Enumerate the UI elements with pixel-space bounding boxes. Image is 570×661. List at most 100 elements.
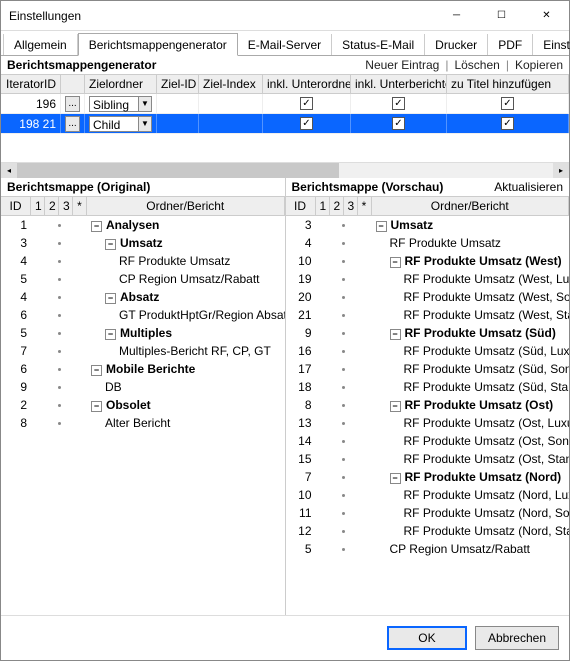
tab-5[interactable]: PDF <box>488 34 533 55</box>
row-dialog-button[interactable]: ... <box>65 116 80 132</box>
row-id: 15 <box>286 452 316 466</box>
chevron-down-icon[interactable]: ▼ <box>138 116 152 132</box>
tree-row[interactable]: 7Multiples-Bericht RF, CP, GT <box>1 342 285 360</box>
titel-checkbox[interactable]: ✓ <box>501 117 514 130</box>
tree-row[interactable]: 5CP Region Umsatz/Rabatt <box>286 540 570 558</box>
tab-6[interactable]: Einstellun <box>533 34 570 55</box>
horizontal-scrollbar[interactable]: ◂ ▸ <box>1 162 569 178</box>
grid-row[interactable]: 196... Sibling▼ ✓ ✓ ✓ <box>1 94 569 114</box>
row-dots <box>316 296 372 299</box>
col-zielindex[interactable]: Ziel-Index <box>199 75 263 93</box>
expand-toggle-icon[interactable]: − <box>105 239 116 250</box>
tab-0[interactable]: Allgemein <box>3 34 78 55</box>
ok-button[interactable]: OK <box>387 626 467 650</box>
preview-tree[interactable]: 3−Umsatz4RF Produkte Umsatz10−RF Produkt… <box>286 216 570 615</box>
minimize-button[interactable]: ─ <box>434 1 479 31</box>
tree-row[interactable]: 7−RF Produkte Umsatz (Nord) <box>286 468 570 486</box>
tree-row[interactable]: 3−Umsatz <box>286 216 570 234</box>
titel-checkbox[interactable]: ✓ <box>501 97 514 110</box>
expand-toggle-icon[interactable]: − <box>91 221 102 232</box>
original-tree[interactable]: 1−Analysen3−Umsatz4RF Produkte Umsatz5CP… <box>1 216 285 615</box>
copy-action[interactable]: Kopieren <box>515 58 563 72</box>
grid-row[interactable]: 198 21... Child▼ ✓ ✓ ✓ <box>1 114 569 134</box>
refresh-action[interactable]: Aktualisieren <box>494 180 563 194</box>
col-zielid[interactable]: Ziel-ID <box>157 75 199 93</box>
tree-row[interactable]: 20RF Produkte Umsatz (West, Sondermodell… <box>286 288 570 306</box>
close-button[interactable]: ✕ <box>524 1 569 31</box>
tree-row[interactable]: 15RF Produkte Umsatz (Ost, Standardmodel… <box>286 450 570 468</box>
tab-1[interactable]: Berichtsmappengenerator <box>78 33 238 56</box>
tree-row[interactable]: 11RF Produkte Umsatz (Nord, Sondermodell… <box>286 504 570 522</box>
tab-3[interactable]: Status-E-Mail <box>332 34 425 55</box>
unterordner-checkbox[interactable]: ✓ <box>300 97 313 110</box>
original-col-header: ID 1 2 3 * Ordner/Bericht <box>1 196 285 216</box>
expand-toggle-icon[interactable]: − <box>376 221 387 232</box>
expand-toggle-icon[interactable]: − <box>390 257 401 268</box>
unterordner-checkbox[interactable]: ✓ <box>300 117 313 130</box>
tree-row[interactable]: 1−Analysen <box>1 216 285 234</box>
expand-toggle-icon[interactable]: − <box>91 365 102 376</box>
maximize-button[interactable]: ☐ <box>479 1 524 31</box>
tree-row[interactable]: 12RF Produkte Umsatz (Nord, Standardmode… <box>286 522 570 540</box>
tree-row[interactable]: 5CP Region Umsatz/Rabatt <box>1 270 285 288</box>
tree-row[interactable]: 4RF Produkte Umsatz <box>286 234 570 252</box>
tree-row[interactable]: 14RF Produkte Umsatz (Ost, Sondermodelle… <box>286 432 570 450</box>
expand-toggle-icon[interactable]: − <box>91 401 102 412</box>
tree-row[interactable]: 17RF Produkte Umsatz (Süd, Sondermodelle… <box>286 360 570 378</box>
expand-toggle-icon[interactable]: − <box>390 401 401 412</box>
unterberichte-checkbox[interactable]: ✓ <box>392 97 405 110</box>
tree-row[interactable]: 4RF Produkte Umsatz <box>1 252 285 270</box>
new-entry-action[interactable]: Neuer Eintrag <box>365 58 439 72</box>
cell-zielid[interactable] <box>157 114 199 133</box>
tree-row[interactable]: 10−RF Produkte Umsatz (West) <box>286 252 570 270</box>
tree-row[interactable]: 10RF Produkte Umsatz (Nord, Luxusmodelle… <box>286 486 570 504</box>
chevron-down-icon[interactable]: ▼ <box>138 96 152 112</box>
cell-zielindex[interactable] <box>199 94 263 113</box>
tree-row[interactable]: 19RF Produkte Umsatz (West, Luxusmodelle… <box>286 270 570 288</box>
tree-row[interactable]: 16RF Produkte Umsatz (Süd, Luxusmodelle) <box>286 342 570 360</box>
unterberichte-checkbox[interactable]: ✓ <box>392 117 405 130</box>
tree-row[interactable]: 21RF Produkte Umsatz (West, Standardmode… <box>286 306 570 324</box>
cell-iteratorid[interactable]: 196 <box>1 94 61 113</box>
tree-row[interactable]: 3−Umsatz <box>1 234 285 252</box>
scroll-right-icon[interactable]: ▸ <box>553 163 569 178</box>
cell-zielid[interactable] <box>157 94 199 113</box>
col-btn[interactable] <box>61 75 85 93</box>
panel-original-title: Berichtsmappe (Original) <box>7 180 279 194</box>
expand-toggle-icon[interactable]: − <box>390 473 401 484</box>
expand-toggle-icon[interactable]: − <box>105 293 116 304</box>
tree-row[interactable]: 6GT ProduktHptGr/Region Absatz <box>1 306 285 324</box>
col-iteratorid[interactable]: IteratorID <box>1 75 61 93</box>
tree-row[interactable]: 8−RF Produkte Umsatz (Ost) <box>286 396 570 414</box>
expand-toggle-icon[interactable]: − <box>105 329 116 340</box>
scroll-track[interactable] <box>17 163 553 178</box>
tree-row[interactable]: 18RF Produkte Umsatz (Süd, Standardmodel… <box>286 378 570 396</box>
scroll-thumb[interactable] <box>17 163 339 178</box>
col-unterordner[interactable]: inkl. Unterordner <box>263 75 351 93</box>
tree-row[interactable]: 9DB <box>1 378 285 396</box>
tree-row[interactable]: 8Alter Bericht <box>1 414 285 432</box>
tree-row[interactable]: 4−Absatz <box>1 288 285 306</box>
delete-action[interactable]: Löschen <box>454 58 499 72</box>
row-name: RF Produkte Umsatz (Nord, Sondermodelle) <box>372 506 570 520</box>
cell-zielindex[interactable] <box>199 114 263 133</box>
tab-2[interactable]: E-Mail-Server <box>238 34 332 55</box>
panels: Berichtsmappe (Original) ID 1 2 3 * Ordn… <box>1 178 569 615</box>
cancel-button[interactable]: Abbrechen <box>475 626 559 650</box>
tree-row[interactable]: 5−Multiples <box>1 324 285 342</box>
scroll-left-icon[interactable]: ◂ <box>1 163 17 178</box>
tree-row[interactable]: 6−Mobile Berichte <box>1 360 285 378</box>
tree-row[interactable]: 2−Obsolet <box>1 396 285 414</box>
tab-4[interactable]: Drucker <box>425 34 488 55</box>
zielordner-combo[interactable]: Sibling <box>89 96 139 112</box>
grid-header: IteratorID Zielordner Ziel-ID Ziel-Index… <box>1 74 569 94</box>
cell-iteratorid[interactable]: 198 21 <box>1 114 61 133</box>
tree-row[interactable]: 13RF Produkte Umsatz (Ost, Luxusmodelle) <box>286 414 570 432</box>
row-dialog-button[interactable]: ... <box>65 96 80 112</box>
tree-row[interactable]: 9−RF Produkte Umsatz (Süd) <box>286 324 570 342</box>
zielordner-combo[interactable]: Child <box>89 116 139 132</box>
col-zielordner[interactable]: Zielordner <box>85 75 157 93</box>
expand-toggle-icon[interactable]: − <box>390 329 401 340</box>
col-unterberichte[interactable]: inkl. Unterberichte <box>351 75 447 93</box>
col-titel[interactable]: zu Titel hinzufügen <box>447 75 569 93</box>
